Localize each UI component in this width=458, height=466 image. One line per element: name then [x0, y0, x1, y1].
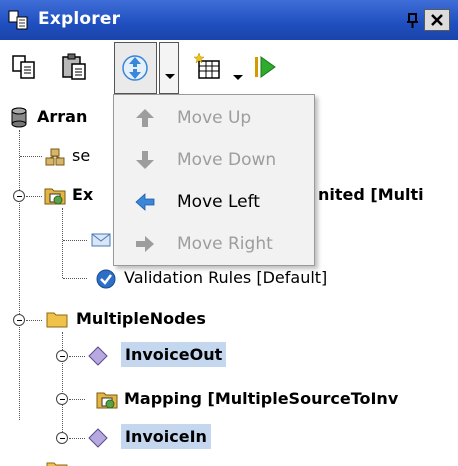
move-button[interactable]	[114, 42, 157, 94]
copy-icon[interactable]	[10, 52, 40, 82]
close-icon	[431, 14, 443, 26]
menu-item-move-right[interactable]: Move Right	[114, 223, 314, 265]
move-dropdown-button[interactable]	[159, 42, 179, 94]
chevron-down-icon	[233, 75, 243, 80]
pin-icon[interactable]	[406, 13, 420, 29]
close-button[interactable]	[424, 9, 450, 31]
menu-item-move-up[interactable]: Move Up	[114, 97, 314, 139]
arrow-down-icon	[136, 151, 154, 169]
paste-icon[interactable]	[60, 52, 90, 82]
menu-item-label: Move Up	[177, 108, 252, 128]
menu-item-label: Move Down	[177, 150, 277, 170]
mapping-folder-icon	[44, 188, 66, 205]
arrow-left-icon	[135, 193, 155, 211]
tree-guide	[26, 320, 42, 321]
tree-guide	[19, 130, 20, 420]
tree-guide	[62, 332, 63, 438]
folder-icon	[46, 462, 68, 466]
tree-item-label[interactable]: se	[72, 146, 90, 165]
folder-icon	[46, 312, 68, 328]
run-icon[interactable]	[251, 52, 281, 82]
envelope-icon	[91, 233, 111, 247]
new-dropdown-button[interactable]	[228, 42, 248, 94]
tree-guide	[63, 278, 87, 279]
tree-item-label[interactable]: Validation Rules [Default]	[124, 268, 327, 287]
tree-item-label[interactable]: InvoiceOut	[121, 342, 227, 367]
tree-expander[interactable]	[13, 190, 25, 202]
explorer-icon	[8, 10, 28, 30]
tree-guide	[62, 208, 63, 278]
tree-guide	[26, 196, 42, 197]
diamond-icon	[88, 428, 108, 448]
menu-item-label: Move Left	[177, 192, 260, 212]
tree-expander[interactable]	[56, 393, 68, 405]
window-title: Explorer	[38, 9, 121, 29]
title-bar: Explorer	[0, 0, 458, 40]
tree-guide	[69, 399, 85, 400]
chevron-down-icon	[165, 74, 175, 79]
database-icon	[11, 107, 27, 128]
tree-guide	[20, 156, 42, 157]
arrow-up-icon	[136, 109, 154, 127]
move-menu: Move Up Move Down Move Left Move Right	[113, 94, 315, 266]
new-table-icon[interactable]	[193, 52, 223, 82]
tree-guide	[69, 356, 85, 357]
arrow-right-icon	[136, 236, 154, 252]
schema-icon	[45, 148, 65, 166]
tree-item-label-tail: nited [Multi	[318, 185, 424, 204]
tree-item-label[interactable]: Ex	[72, 185, 93, 204]
tree-expander[interactable]	[56, 350, 68, 362]
tree-guide	[69, 438, 85, 439]
tree-guide	[63, 240, 87, 241]
tree-expander[interactable]	[13, 314, 25, 326]
tree-item-label[interactable]: Mapping [MultipleSourceToInv	[124, 389, 398, 408]
tree-root-label[interactable]: Arran	[37, 107, 87, 126]
menu-item-move-down[interactable]: Move Down	[114, 139, 314, 181]
tree-item-label[interactable]: InvoiceIn	[121, 424, 211, 449]
menu-item-move-left[interactable]: Move Left	[114, 181, 314, 223]
diamond-icon	[88, 346, 108, 366]
mapping-folder-icon	[96, 392, 118, 409]
checkmark-icon	[96, 269, 116, 289]
menu-item-label: Move Right	[177, 234, 273, 254]
tree-expander[interactable]	[56, 432, 68, 444]
toolbar	[0, 40, 458, 98]
tree-item-label[interactable]: MultipleNodes	[76, 309, 206, 328]
move-updown-icon	[122, 55, 148, 81]
